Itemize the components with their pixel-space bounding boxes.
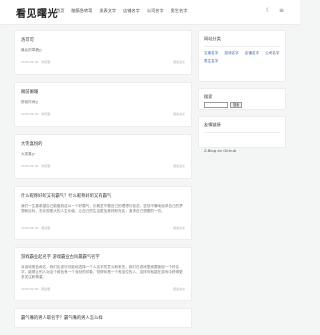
- post-title[interactable]: 眼前阑珊: [21, 89, 185, 95]
- divider: [204, 132, 280, 133]
- nav-item-boy-names[interactable]: 男生名字: [171, 8, 188, 14]
- post-card: 什么昵称好听又有霸气？什么昵称好听又有霸气 我们一生都希望自己能做到这么一个好霸…: [14, 186, 192, 240]
- nav-item-riddles[interactable]: 脑筋急转弯: [71, 8, 92, 14]
- post-excerpt: 那段时间ღ: [21, 100, 39, 104]
- category-tags: 文案名字 游戏名字 店铺名字 公司名字 男生名字: [204, 51, 280, 64]
- post-meta: 2020-09-30 · 浏览量: [21, 164, 51, 169]
- post-card: 霸气嘴的男人取名字？霸气嘴的男人怎么样: [14, 308, 192, 328]
- post-meta: 2020-09-30 · 浏览量: [21, 60, 51, 65]
- post-excerpt: 最后的草稿ღ: [21, 48, 42, 52]
- menu-icon[interactable]: ≡: [279, 8, 284, 14]
- nav-item-company-names[interactable]: 公司名字: [147, 8, 164, 14]
- search-button[interactable]: 搜索: [230, 102, 243, 108]
- nav-item-home[interactable]: 首页: [56, 8, 64, 14]
- post-title[interactable]: 游戏霸业起名字 游戏霸业古风最霸气名字: [21, 254, 185, 260]
- category-widget: 网站分类 文案名字 游戏名字 店铺名字 公司名字 男生名字: [198, 30, 286, 82]
- post-list: 洛可可 最后的草稿ღ 2020-09-30 · 浏览量 阅读全文 眼前阑珊 那段时…: [14, 30, 192, 335]
- tag-link[interactable]: 公司名字: [265, 51, 279, 56]
- read-more-link[interactable]: 阅读全文: [173, 60, 185, 64]
- read-more-link[interactable]: 阅读全文: [173, 287, 185, 291]
- moon-icon[interactable]: ☾: [266, 8, 271, 14]
- widget-title: 友情链接: [204, 122, 221, 127]
- post-meta: 2020-09-30 · 阅读量: [21, 286, 51, 291]
- site-logo[interactable]: 看见曙光: [16, 5, 58, 20]
- post-title[interactable]: 霸气嘴的男人取名字？霸气嘴的男人怎么样: [21, 315, 185, 321]
- tag-link[interactable]: 游戏名字: [224, 51, 238, 56]
- post-title[interactable]: 什么昵称好听又有霸气？什么昵称好听又有霸气: [21, 193, 185, 199]
- post-card: 眼前阑珊 那段时间ღ 2020-09-30 · 浏览量 阅读全文: [14, 82, 192, 127]
- tag-link[interactable]: 文案名字: [204, 51, 218, 56]
- tag-link[interactable]: 店铺名字: [245, 51, 259, 56]
- post-title[interactable]: 大笑喜悦的: [21, 141, 185, 147]
- post-card: 大笑喜悦的 大笑喜ღ 2020-09-30 · 浏览量 阅读全文: [14, 134, 192, 179]
- widget-title: 网站分类: [204, 36, 221, 41]
- widget-title: 搜索: [204, 94, 213, 99]
- friend-link[interactable]: Z-Blog on Github: [204, 148, 236, 153]
- post-title[interactable]: 洛可可: [21, 37, 185, 43]
- read-more-link[interactable]: 阅读全文: [173, 226, 185, 230]
- read-more-link[interactable]: 阅读全文: [173, 112, 185, 116]
- site-header: 看见曙光 首页 脑筋急转弯 发表文字 店铺名字 公司名字 男生名字 ☾ ≡: [0, 0, 300, 25]
- search-widget: 搜索 搜索: [198, 88, 286, 110]
- nav-item-publish[interactable]: 发表文字: [99, 8, 116, 14]
- header-icons: ☾ ≡: [266, 8, 284, 14]
- post-meta: 2020-09-30 · 阅读量: [21, 225, 51, 230]
- main-nav: 首页 脑筋急转弯 发表文字 店铺名字 公司名字 男生名字: [56, 8, 187, 14]
- search-row: 搜索: [204, 102, 280, 108]
- post-excerpt: 我们一生都希望自己能做到这么一个好霸气，长期坚守着自己的理想与信念，坚持不懈地追…: [21, 204, 183, 214]
- nav-item-shop-names[interactable]: 店铺名字: [123, 8, 140, 14]
- divider: [204, 46, 280, 47]
- friend-links-widget: 友情链接 Z-Blog on Github: [198, 116, 286, 153]
- sidebar: 网站分类 文案名字 游戏名字 店铺名字 公司名字 男生名字 搜索 搜索 友情链接…: [198, 30, 286, 154]
- post-card: 游戏霸业起名字 游戏霸业古风最霸气名字 对游戏角色命名，我们应该尽可能地选择一个…: [14, 247, 192, 301]
- tag-link[interactable]: 男生名字: [204, 59, 218, 64]
- post-card: 洛可可 最后的草稿ღ 2020-09-30 · 浏览量 阅读全文: [14, 30, 192, 75]
- read-more-link[interactable]: 阅读全文: [173, 164, 185, 168]
- post-meta: 2020-09-30 · 浏览量: [21, 112, 51, 117]
- post-excerpt: 对游戏角色命名，我们应该尽可能地选择一个人名字的意义和来历，我们在游戏里面要使用…: [21, 265, 183, 280]
- post-excerpt: 大笑喜ღ: [21, 152, 35, 156]
- search-input[interactable]: [204, 102, 228, 108]
